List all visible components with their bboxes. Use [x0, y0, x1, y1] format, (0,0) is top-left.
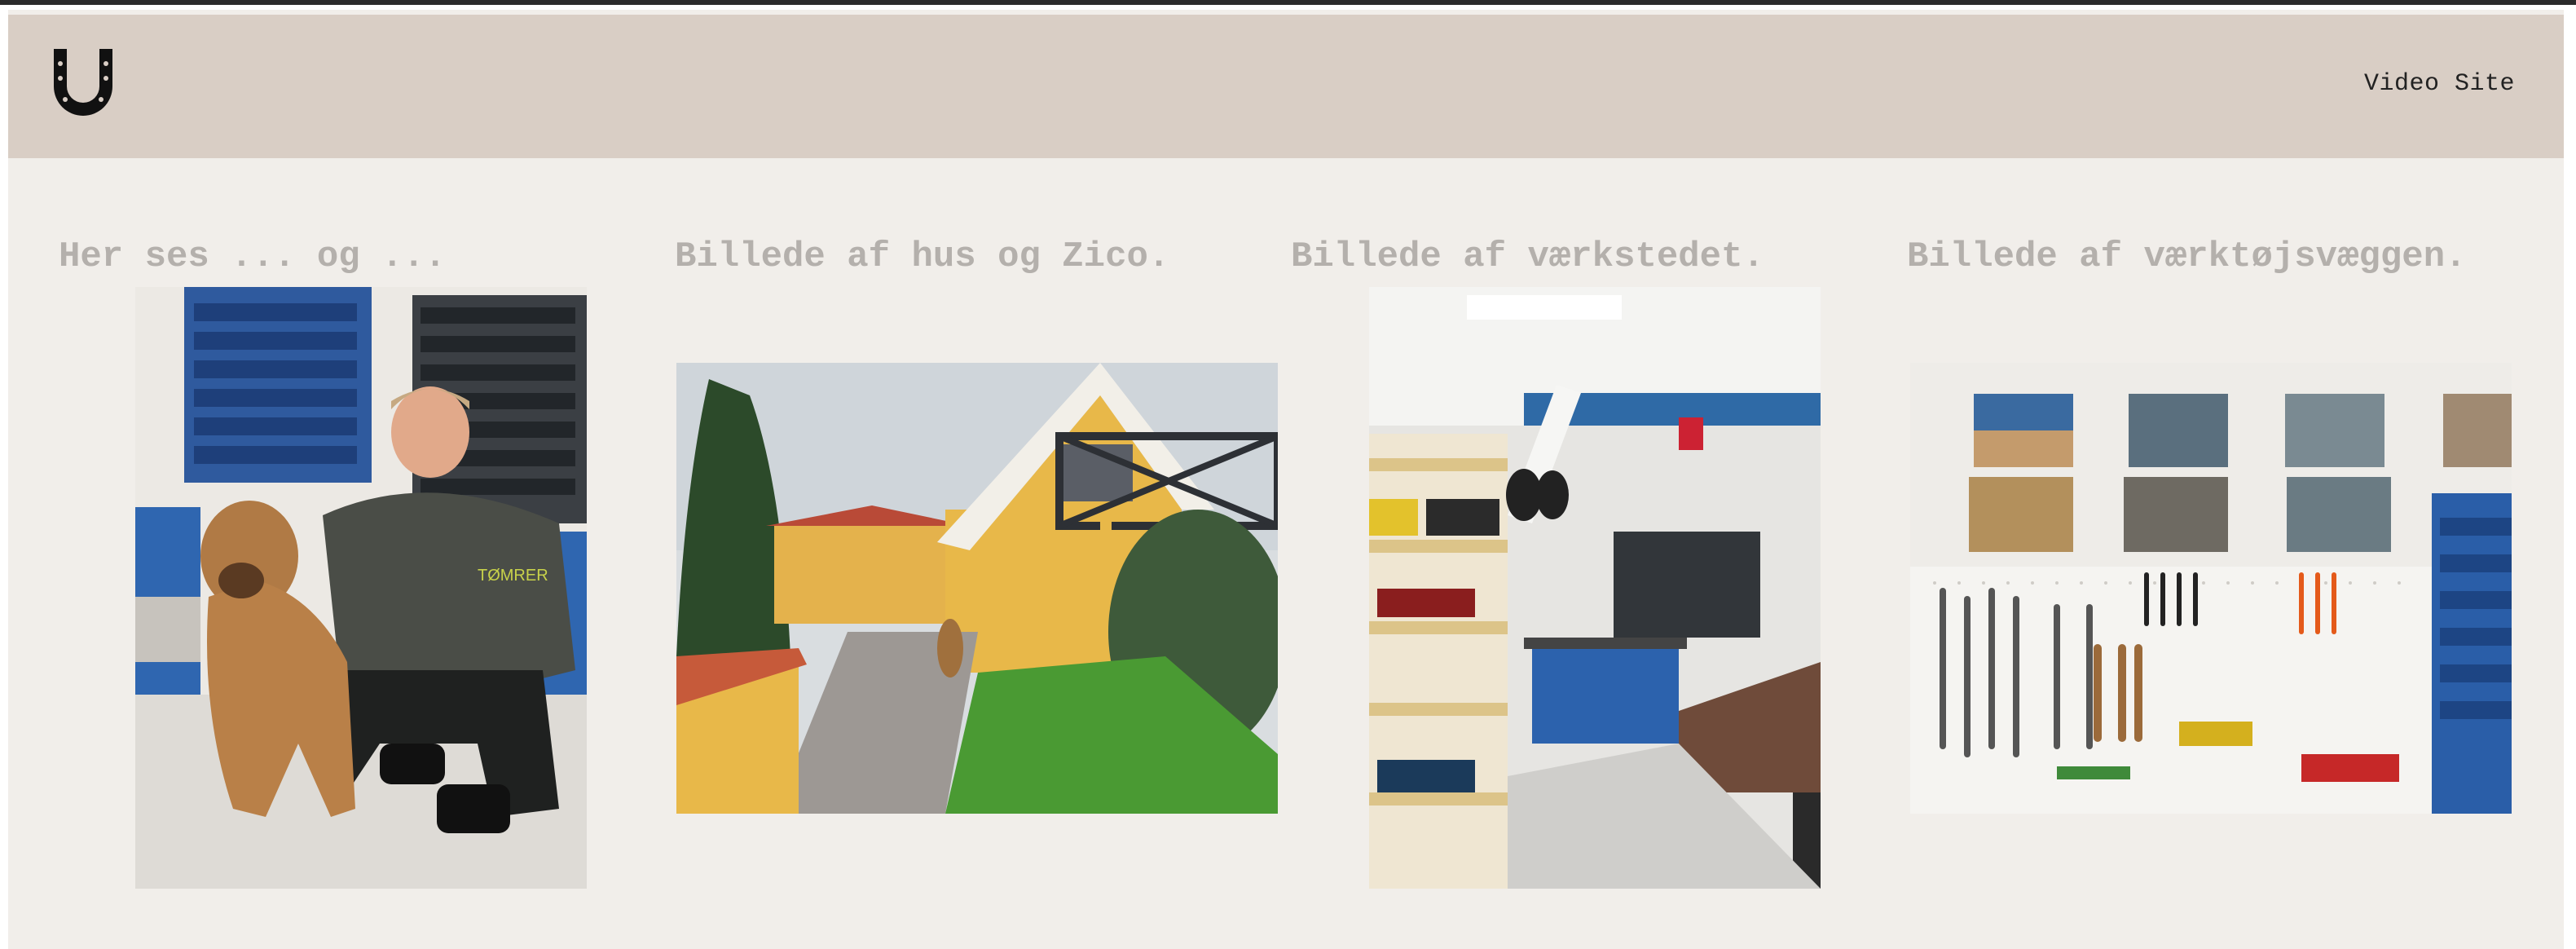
caption-3: Billede af værkstedet.	[1291, 236, 1764, 277]
horseshoe-icon[interactable]	[44, 44, 122, 126]
site-header: Video Site	[8, 15, 2564, 158]
photo-workshop[interactable]	[1369, 287, 1821, 889]
nav-video-site[interactable]: Video Site	[2364, 70, 2515, 98]
photo-man-with-dog[interactable]: TØMRER	[135, 287, 587, 889]
photo-house-and-dog-image	[676, 363, 1278, 814]
caption-2: Billede af hus og Zico.	[675, 236, 1170, 277]
photo-tool-wall[interactable]	[1910, 363, 2512, 814]
top-border	[0, 0, 2576, 5]
photo-house-and-dog[interactable]	[676, 363, 1278, 814]
photo-workshop-image	[1369, 287, 1821, 889]
caption-1: Her ses ... og ...	[59, 236, 447, 277]
photo-man-with-dog-image: TØMRER	[135, 287, 587, 889]
caption-4: Billede af værktøjsvæggen.	[1907, 236, 2467, 277]
page: Video Site Her ses ... og ... TØMRER Bil…	[8, 10, 2564, 949]
photo-tool-wall-image	[1910, 363, 2512, 814]
svg-text:TØMRER: TØMRER	[478, 567, 548, 585]
